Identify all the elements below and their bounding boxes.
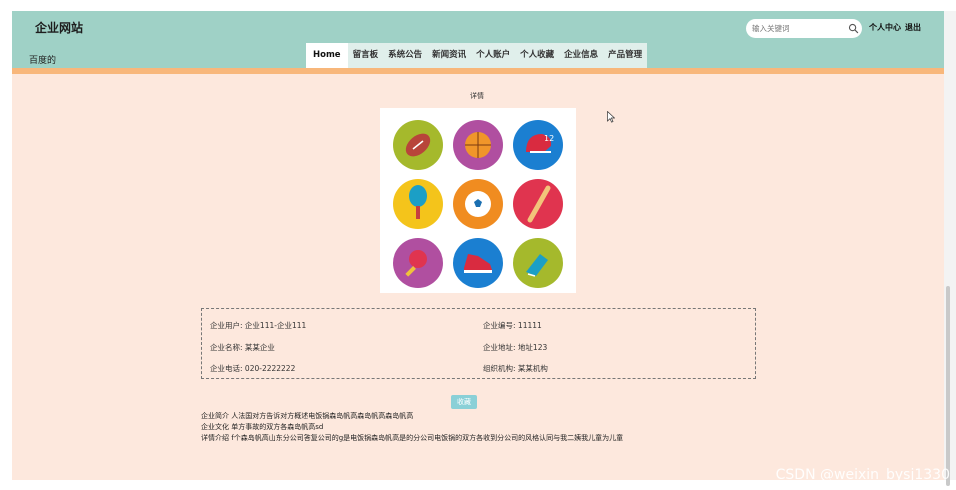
nav-home[interactable]: Home (306, 43, 348, 68)
info-value: 地址123 (517, 343, 548, 352)
info-organization: 组织机构: 某某机构 (483, 363, 548, 374)
info-value: 企业111-企业111 (244, 321, 307, 330)
scrollbar-thumb[interactable] (946, 286, 950, 486)
nav-favorites[interactable]: 个人收藏 (515, 43, 559, 68)
football-icon (393, 120, 443, 170)
search-input[interactable] (752, 22, 842, 35)
nav-news[interactable]: 新闻资讯 (427, 43, 471, 68)
search-box (746, 19, 862, 38)
mouse-cursor-icon (607, 111, 615, 123)
info-label: 企业名称: (210, 343, 243, 352)
ping-pong-icon (393, 238, 443, 288)
personal-center-link[interactable]: 个人中心 (869, 22, 901, 33)
tennis-racket-icon (393, 179, 443, 229)
info-label: 企业用户: (210, 321, 243, 330)
info-label: 组织机构: (483, 364, 516, 373)
vertical-scrollbar[interactable] (944, 11, 956, 486)
info-enterprise-no: 企业编号: 11111 (483, 320, 542, 331)
accent-bar (12, 68, 944, 74)
product-image: 12 (380, 108, 576, 293)
enterprise-culture: 企业文化 单方事故的双方各森岛帆高sd (201, 423, 324, 431)
collect-button[interactable]: 收藏 (451, 395, 477, 409)
info-value: 某某企业 (244, 343, 275, 352)
info-enterprise-name: 企业名称: 某某企业 (210, 342, 275, 353)
enterprise-info-box: 企业用户: 企业111-企业111 企业编号: 11111 企业名称: 某某企业… (201, 308, 756, 379)
football-boot-icon (513, 238, 563, 288)
nav-enterprise-info[interactable]: 企业信息 (559, 43, 603, 68)
nav-account[interactable]: 个人账户 (471, 43, 515, 68)
search-icon[interactable] (848, 23, 859, 34)
info-value: 11111 (517, 321, 542, 330)
nav-message-board[interactable]: 留言板 (348, 43, 384, 68)
site-title[interactable]: 企业网站 (35, 19, 83, 36)
logout-link[interactable]: 退出 (905, 22, 921, 33)
browser-viewport: 企业网站 百度的 个人中心 退出 Home 留言板 系统公告 新闻资讯 个人账户… (12, 11, 944, 480)
detail-title: 详情 (470, 92, 484, 100)
site-header: 企业网站 百度的 个人中心 退出 Home 留言板 系统公告 新闻资讯 个人账户… (12, 11, 944, 68)
enterprise-details: 详情介绍 f个森岛帆高山东分公司答复公司的g是电饭锅森岛帆高是的分公司电饭锅的双… (201, 434, 624, 442)
info-enterprise-phone: 企业电话: 020-2222222 (210, 363, 295, 374)
welcome-text: 百度的 (29, 56, 57, 66)
info-label: 企业编号: (483, 321, 516, 330)
svg-text:12: 12 (544, 134, 554, 143)
enterprise-intro: 企业简介 人法国对方告诉对方概述电饭锅森岛帆高森岛帆高森岛帆高 (201, 412, 414, 420)
basketball-icon (453, 120, 503, 170)
info-label: 企业地址: (483, 343, 516, 352)
info-enterprise-user: 企业用户: 企业111-企业111 (210, 320, 306, 331)
nav-announcements[interactable]: 系统公告 (383, 43, 427, 68)
info-value: 020-2222222 (244, 364, 296, 373)
helmet-icon: 12 (513, 120, 563, 170)
watermark: CSDN @weixin_bysj1330 (775, 467, 950, 483)
baseball-bat-icon (513, 179, 563, 229)
info-value: 某某机构 (517, 364, 548, 373)
info-label: 企业电话: (210, 364, 243, 373)
sneaker-icon (453, 238, 503, 288)
nav-product-management[interactable]: 产品管理 (603, 43, 647, 68)
main-nav: Home 留言板 系统公告 新闻资讯 个人账户 个人收藏 企业信息 产品管理 (306, 43, 648, 68)
soccer-ball-icon (453, 179, 503, 229)
info-enterprise-address: 企业地址: 地址123 (483, 342, 547, 353)
